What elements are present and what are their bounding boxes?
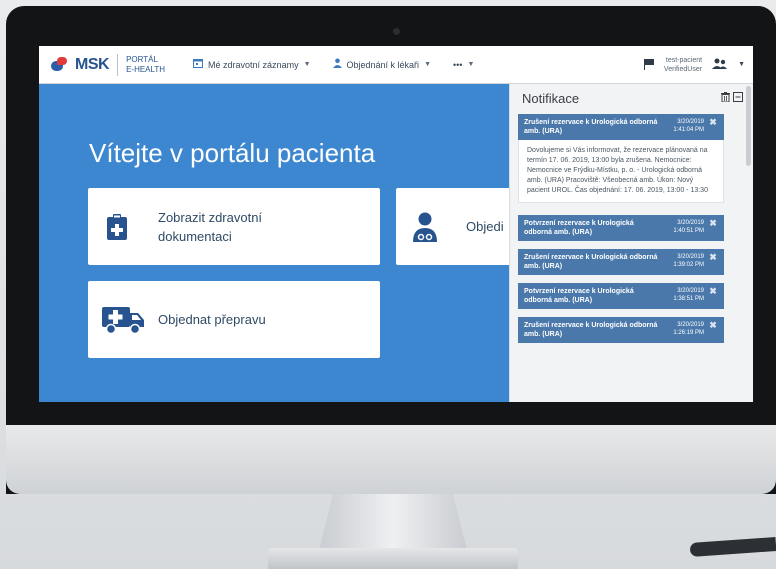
monitor-chin <box>6 425 776 494</box>
notification-body: Dovolujeme si Vás informovat, že rezerva… <box>518 140 724 203</box>
notification-datetime: 3/20/2019 1:40:51 PM <box>664 219 704 235</box>
notifications-scrollbar[interactable] <box>746 86 751 166</box>
chevron-down-icon: ▼ <box>424 61 431 68</box>
monitor-base <box>268 548 518 569</box>
notification-date: 3/20/2019 <box>677 288 704 294</box>
user-info[interactable]: test-pacient VerifiedUser <box>664 56 702 74</box>
person-icon <box>332 58 342 71</box>
doctor-icon <box>410 212 440 242</box>
notification-time: 1:26:19 PM <box>673 330 704 336</box>
portal-line1: PORTÁL <box>126 54 158 64</box>
keyboard-edge <box>689 537 776 557</box>
label-line2: dokumentaci <box>158 228 232 244</box>
notification-time: 1:38:51 PM <box>673 296 704 302</box>
notification-item[interactable]: Zrušení rezervace k Urologická odborná a… <box>518 317 724 343</box>
portal-line2: E-HEALTH <box>126 64 166 74</box>
more-icon: ••• <box>453 59 463 70</box>
menu-health-records-label: Mé zdravotní záznamy <box>208 59 299 70</box>
card-view-documentation[interactable]: Zobrazit zdravotní dokumentaci <box>88 188 380 265</box>
user-role: VerifiedUser <box>663 65 703 73</box>
ambulance-icon <box>102 305 144 335</box>
logo[interactable]: MSK PORTÁL E-HEALTH <box>51 53 165 76</box>
notification-date: 3/20/2019 <box>677 322 704 328</box>
flag-icon[interactable] <box>643 59 655 70</box>
page-title: Vítejte v portálu pacienta <box>89 138 376 168</box>
notification-time: 1:41:04 PM <box>673 127 704 133</box>
camera <box>393 28 400 35</box>
notification-header[interactable]: Zrušení rezervace k Urologická odborná a… <box>518 249 724 275</box>
notification-header[interactable]: Potvrzení rezervace k Urologická odborná… <box>518 215 724 241</box>
card-order-doctor-label: Objedi <box>466 219 504 234</box>
notification-title: Potvrzení rezervace k Urologická odborná… <box>524 288 634 304</box>
trash-icon[interactable] <box>721 91 730 105</box>
calendar-icon <box>193 58 204 71</box>
notifications-actions <box>721 91 743 105</box>
notification-item[interactable]: Potvrzení rezervace k Urologická odborná… <box>518 215 724 241</box>
card-order-transport[interactable]: Objednat přepravu <box>88 281 380 358</box>
notification-time: 1:40:51 PM <box>673 228 704 234</box>
logo-icon <box>51 56 73 73</box>
notification-title: Zrušení rezervace k Urologická odborná a… <box>524 254 658 270</box>
notification-datetime: 3/20/2019 1:38:51 PM <box>664 287 704 303</box>
notification-datetime: 3/20/2019 1:26:19 PM <box>664 321 704 337</box>
user-name: test-pacient <box>665 56 703 64</box>
screen: MSK PORTÁL E-HEALTH Mé zdravotní záznamy… <box>39 46 753 402</box>
menu-doctor-appointment-label: Objednání k lékaři <box>346 59 420 70</box>
notification-time: 1:39:02 PM <box>673 262 704 268</box>
notification-item[interactable]: Zrušení rezervace k Urologická odborná a… <box>518 114 724 203</box>
chevron-down-icon[interactable]: ▼ <box>738 61 745 68</box>
notification-date: 3/20/2019 <box>677 220 704 226</box>
card-order-transport-label: Objednat přepravu <box>158 312 266 327</box>
medical-clipboard-icon <box>102 212 132 242</box>
monitor-stand <box>318 494 468 554</box>
notification-date: 3/20/2019 <box>677 254 704 260</box>
notifications-title: Notifikace <box>522 90 580 106</box>
users-icon[interactable] <box>712 58 728 72</box>
top-navbar: MSK PORTÁL E-HEALTH Mé zdravotní záznamy… <box>39 46 753 84</box>
close-icon[interactable]: ✖ <box>708 287 718 296</box>
notification-datetime: 3/20/2019 1:39:02 PM <box>664 253 704 269</box>
notification-item[interactable]: Potvrzení rezervace k Urologická odborná… <box>518 283 724 309</box>
portal-name: PORTÁL E-HEALTH <box>126 55 165 75</box>
close-icon[interactable]: ✖ <box>708 253 718 262</box>
close-icon[interactable]: ✖ <box>708 219 718 228</box>
user-area: test-pacient VerifiedUser ▼ <box>643 56 745 74</box>
notification-header[interactable]: Zrušení rezervace k Urologická odborná a… <box>518 317 724 343</box>
notification-datetime: 3/20/2019 1:41:04 PM <box>664 118 704 134</box>
notifications-panel: Notifikace Zrušení rezervace k Urologick… <box>509 84 753 402</box>
close-icon[interactable]: ✖ <box>708 321 718 330</box>
notification-header[interactable]: Potvrzení rezervace k Urologická odborná… <box>518 283 724 309</box>
chevron-down-icon: ▼ <box>467 61 475 68</box>
menu-health-records[interactable]: Mé zdravotní záznamy ▼ <box>193 58 311 71</box>
monitor-bezel <box>6 402 776 425</box>
menu-more[interactable]: ••• ▼ <box>453 60 474 70</box>
chevron-down-icon: ▼ <box>303 61 311 68</box>
label-line1: Zobrazit zdravotní <box>158 209 263 225</box>
menu-doctor-appointment[interactable]: Objednání k lékaři ▼ <box>332 58 431 71</box>
notification-header[interactable]: Zrušení rezervace k Urologická odborná a… <box>518 114 724 140</box>
notification-title: Zrušení rezervace k Urologická odborná a… <box>524 322 658 338</box>
notifications-header: Notifikace <box>510 84 753 106</box>
notification-title: Potvrzení rezervace k Urologická odborná… <box>524 220 634 236</box>
notification-title: Zrušení rezervace k Urologická odborná a… <box>524 119 658 135</box>
card-view-documentation-label: Zobrazit zdravotní dokumentaci <box>158 208 262 246</box>
close-icon[interactable]: ✖ <box>708 118 718 127</box>
notification-date: 3/20/2019 <box>677 119 704 125</box>
main-menu: Mé zdravotní záznamy ▼ Objednání k lékař… <box>193 58 474 71</box>
collapse-icon[interactable] <box>733 91 743 105</box>
logo-text: MSK <box>75 55 110 73</box>
logo-divider <box>117 53 119 76</box>
notification-item[interactable]: Zrušení rezervace k Urologická odborná a… <box>518 249 724 275</box>
